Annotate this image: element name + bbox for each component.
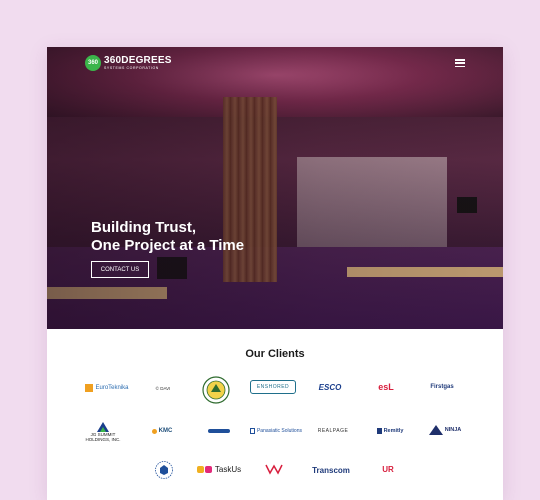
client-logo-kmc: KMC [147,426,177,436]
client-logo-text: Remitly [383,428,404,434]
logo-wordmark: 360DEGREES SYSTEMS CORPORATION [104,54,172,71]
client-logo-jg-summit: JG SUMMIT HOLDINGS, INC. [83,418,123,446]
contact-us-button[interactable]: CONTACT US [91,261,149,278]
kmc-mark [151,428,157,434]
ninja-mountain-icon [428,425,443,435]
client-logo-davi: © DAVI [155,385,171,391]
client-logo-esco: ESCO [318,382,342,392]
client-logo-text: TaskUs [214,464,242,474]
seal-icon [202,376,230,404]
menu-icon-bar [455,62,465,64]
taskus-mark-yellow [196,465,204,473]
client-logo-small [207,426,231,436]
hero-headline-line2: One Project at a Time [91,237,245,254]
menu-icon-bar [455,59,465,61]
client-logo-transcom: Transcom [312,465,350,475]
client-logo-text: JG SUMMIT HOLDINGS, INC. [85,432,121,442]
logo-sub-text: SYSTEMS CORPORATION [104,65,159,70]
client-logo-text: Panasiatic Solutions [256,428,302,434]
client-logo-text: KMC [158,428,173,434]
jg-summit-mountain-icon [97,422,109,432]
logo-main-text: 360DEGREES [104,54,172,66]
taskus-mark-pink [204,465,212,473]
client-logo-badge [153,459,175,481]
client-logo-panasiatic: Panasiatic Solutions [250,424,302,438]
hero-headline: Building Trust, One Project at a Time [91,219,244,255]
euroteknika-mark [85,384,94,392]
hamburger-icon[interactable] [455,59,465,67]
client-logo-firstgas: Firstgas [430,384,454,390]
client-logo-w [262,460,286,478]
badge-icon [155,461,173,479]
site-logo[interactable]: 360 360DEGREES SYSTEMS CORPORATION [85,55,172,71]
page-frame: 360 360DEGREES SYSTEMS CORPORATION Build… [47,47,503,500]
small-logo-mark [208,429,230,433]
client-logo-esl: esL [378,382,394,392]
clients-title: Our Clients [245,348,305,360]
menu-icon-bar [455,65,465,67]
client-logo-text: NINJA [444,427,462,433]
client-logo-seal [201,375,231,405]
client-logo-realpage: REALPAGE [317,428,349,434]
panasiatic-mark [250,428,255,434]
client-logo-euroteknika: EuroTeknika [82,380,132,396]
hero-headline-line1: Building Trust, [91,219,196,236]
logo-badge: 360 [85,55,101,71]
hero-section: 360 360DEGREES SYSTEMS CORPORATION Build… [47,47,503,329]
client-logo-enshored: ENSHORED [250,380,296,394]
client-logo-ur: UR [382,464,394,474]
w-logo-icon [265,464,283,475]
hero-overlay [47,47,503,329]
client-logo-text: EuroTeknika [95,385,129,391]
client-logo-remitly: Remitly [373,425,407,437]
client-logo-shipping-ninja: NINJA [423,422,467,438]
client-logo-taskus: TaskUs [193,463,245,475]
remitly-mark [376,428,382,434]
